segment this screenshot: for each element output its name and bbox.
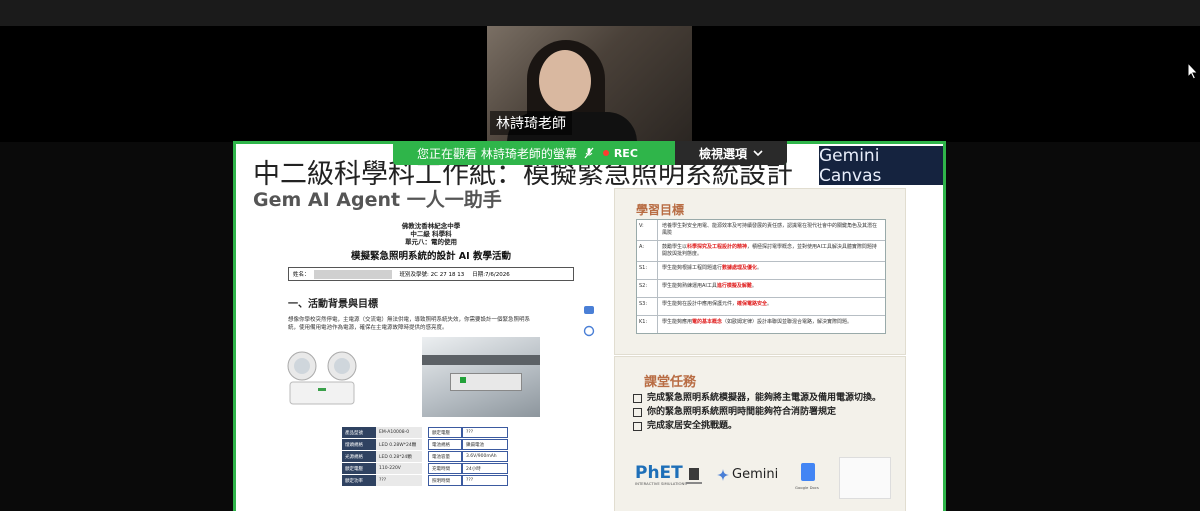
objective-text: 學生能夠應用電的基本概念（如歐姆定律）設計串聯與並聯混合電路，解決實際問題。 <box>662 319 853 325</box>
learning-objectives-heading: 學習目標 <box>636 203 685 217</box>
objective-highlight: 電的基本概念 <box>692 319 723 325</box>
objective-highlight: 確保電路安全 <box>737 301 768 307</box>
gemini-canvas-badge: Gemini Canvas <box>819 146 943 186</box>
slide-side-tools-icon[interactable] <box>583 304 595 342</box>
shared-screen: 中二級科學科工作紙：模擬緊急照明系統設計 Gem AI Agent 一人一助手 … <box>233 141 946 511</box>
objective-code: S2: <box>637 280 658 297</box>
objective-code: V: <box>637 220 658 240</box>
spec-value: ??? <box>462 475 508 486</box>
unit-label: 單元八：電的使用 <box>405 238 457 246</box>
school-name: 佛教沈香林紀念中學 <box>401 222 461 230</box>
objective-text: 學生能夠根據工程問題進行數據處理及優化。 <box>662 265 763 271</box>
objective-highlight: 數據處理及優化 <box>722 265 758 271</box>
installed-light-photo <box>422 337 540 417</box>
learning-objectives-card: 學習目標 V: 培養學生對安全用電、能源效率及可持續發展的責任感，認識電在現代社會… <box>614 188 906 355</box>
spec-value: 24小時 <box>462 463 508 474</box>
mic-muted-icon <box>584 147 594 159</box>
spec-row: 產品型號 EM-A10008-0 額定電壓??? <box>342 427 510 438</box>
participant-video[interactable]: 林詩琦老師 <box>487 26 692 141</box>
spec-row: 額定功率??? 照明時間??? <box>342 475 510 486</box>
class-tasks-list: 完成緊急照明系統模擬器，能夠將主電源及備用電源切換。 你的緊急照明系統照明時間能夠… <box>633 391 883 433</box>
spec-row: 光源規格 LED 0.28*24顆 電池容量 3.6V/900mAh <box>342 451 510 462</box>
qr-code-image <box>839 457 891 499</box>
objective-code: S1: <box>637 262 658 279</box>
spec-row: 燈頭規格 LED 0.28W*24顆 電池規格 鎳鎘電池 <box>342 439 510 450</box>
spec-value: LED 0.28*24顆 <box>376 451 422 462</box>
rec-indicator: REC <box>602 147 638 160</box>
objective-text: 學生能夠熟練運用AI工具進行模擬及解難。 <box>662 283 757 289</box>
google-docs-logo: Google Docs <box>795 463 819 490</box>
spec-value: 鎳鎘電池 <box>462 439 508 450</box>
top-toolbar <box>0 0 1200 26</box>
chevron-down-icon <box>753 149 763 156</box>
spec-value: EM-A10008-0 <box>376 427 422 438</box>
spec-key: 燈頭規格 <box>342 439 376 450</box>
class-label: 班別及學號: 2C 27 18 13 <box>399 272 465 278</box>
spec-value: ??? <box>462 427 508 438</box>
spec-key: 電池規格 <box>428 439 462 450</box>
objective-code: A: <box>637 241 658 261</box>
checkbox-icon <box>633 394 642 403</box>
spec-table: 產品型號 EM-A10008-0 額定電壓??? 燈頭規格 LED 0.28W*24顆電… <box>342 427 510 487</box>
phet-logo: PhET INTERACTIVE SIMULATIONS <box>635 463 687 486</box>
spec-key: 照明時間 <box>428 475 462 486</box>
checkbox-icon <box>633 422 642 431</box>
learning-objectives-table: V: 培養學生對安全用電、能源效率及可持續發展的責任感，認識電在現代社會中的關鍵角… <box>636 219 886 334</box>
name-redacted <box>313 269 392 279</box>
objective-row: V: 培養學生對安全用電、能源效率及可持續發展的責任感，認識電在現代社會中的關鍵角… <box>637 220 885 241</box>
class-tasks-card: 課堂任務 完成緊急照明系統模擬器，能夠將主電源及備用電源切換。 你的緊急照明系統照… <box>614 356 906 511</box>
rec-dot-icon <box>602 150 609 156</box>
objective-row: S3: 學生能夠在設計中應用保護元件，確保電路安全。 <box>637 298 885 316</box>
spec-value: 3.6V/900mAh <box>462 451 508 462</box>
spec-value: 110-220V <box>376 463 422 474</box>
objective-text: 學生能夠在設計中應用保護元件，確保電路安全。 <box>662 301 773 307</box>
objective-text: 培養學生對安全用電、能源效率及可持續發展的責任感，認識電在現代社會中的關鍵角色及… <box>662 223 878 236</box>
objective-row: K1: 學生能夠應用電的基本概念（如歐姆定律）設計串聯與並聯混合電路，解決實際問題… <box>637 316 885 333</box>
objective-code: S3: <box>637 298 658 315</box>
slide-subtitle: Gem AI Agent 一人一助手 <box>253 189 502 211</box>
spec-value: ??? <box>376 475 422 486</box>
task-item: 你的緊急照明系統照明時間能夠符合消防署規定 <box>633 405 883 419</box>
section-paragraph: 想像你學校突然停電，主電源（交流電）無法供電，導致照明系統失效，你需要設計一個緊… <box>288 317 531 331</box>
checkbox-icon <box>633 408 642 417</box>
share-message: 您正在觀看 林詩琦老師的螢幕 <box>417 146 577 161</box>
objective-row: S2: 學生能夠熟練運用AI工具進行模擬及解難。 <box>637 280 885 298</box>
name-label: 姓名： <box>293 272 310 278</box>
spec-key: 產品型號 <box>342 427 376 438</box>
spec-row: 額定電壓 110-220V 充電時間 24小時 <box>342 463 510 474</box>
mouse-cursor-icon <box>1187 62 1199 80</box>
spec-key: 額定電壓 <box>342 463 376 474</box>
spec-value: LED 0.28W*24顆 <box>376 439 422 450</box>
objective-code: K1: <box>637 316 658 333</box>
gemini-star-icon <box>717 468 729 481</box>
class-tasks-heading: 課堂任務 <box>644 375 697 390</box>
objective-row: A: 鼓勵學生以科學探究及工程設計的精神，積極探討電學概念，並對使用AI工具解決具… <box>637 241 885 262</box>
section-heading: 一、活動背景與目標 <box>288 299 378 310</box>
task-item: 完成家居安全挑戰題。 <box>633 419 883 433</box>
tool-logos: PhET INTERACTIVE SIMULATIONS Gemini Goog… <box>633 457 893 499</box>
worksheet-title: 模擬緊急照明系統的設計 AI 教學活動 <box>350 251 511 262</box>
grade-label: 中二級 科學科 <box>410 230 452 238</box>
task-item: 完成緊急照明系統模擬器，能夠將主電源及備用電源切換。 <box>633 391 883 405</box>
participant-name-label: 林詩琦老師 <box>490 111 572 135</box>
objective-highlight: 科學探究及工程設計的精神 <box>687 244 748 250</box>
emergency-lamp-image <box>287 351 357 405</box>
gemini-logo: Gemini <box>717 467 778 482</box>
spec-key: 光源規格 <box>342 451 376 462</box>
objective-text: 鼓勵學生以科學探究及工程設計的精神，積極探討電學概念，並對使用AI工具解決具體實… <box>662 244 877 257</box>
objective-row: S1: 學生能夠根據工程問題進行數據處理及優化。 <box>637 262 885 280</box>
objective-highlight: 進行模擬及解難 <box>716 283 752 289</box>
spec-key: 電池容量 <box>428 451 462 462</box>
view-options-button[interactable]: 檢視選項 <box>675 141 787 165</box>
spec-key: 充電時間 <box>428 463 462 474</box>
date-label: 日期:7/6/2026 <box>472 272 510 278</box>
spec-key: 額定電壓 <box>428 427 462 438</box>
participant-face <box>539 50 591 112</box>
university-crest-icon <box>686 468 702 484</box>
screen-share-banner: 您正在觀看 林詩琦老師的螢幕 REC 檢視選項 <box>393 141 787 165</box>
student-info-row: 姓名： 班別及學號: 2C 27 18 13 日期:7/6/2026 <box>288 267 574 281</box>
spec-key: 額定功率 <box>342 475 376 486</box>
